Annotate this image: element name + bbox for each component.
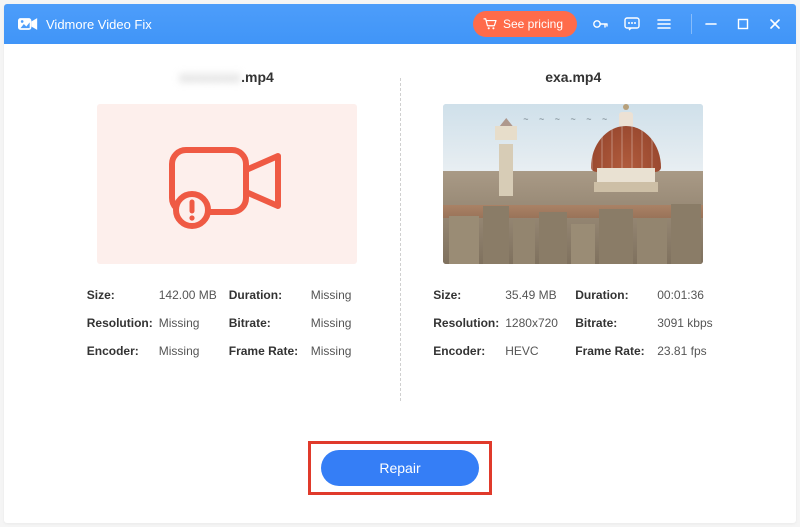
broken-file-name: xxxxxxx.mp4 [180, 68, 274, 86]
titlebar-divider [691, 14, 692, 34]
broken-video-icon [162, 134, 292, 234]
meta-label-duration: Duration: [575, 288, 657, 302]
broken-video-panel: xxxxxxx.mp4 [54, 68, 400, 441]
meta-value-encoder: HEVC [505, 344, 575, 358]
meta-value-duration: 00:01:36 [657, 288, 717, 302]
meta-label-encoder: Encoder: [87, 344, 159, 358]
meta-label-encoder: Encoder: [433, 344, 505, 358]
app-title: Vidmore Video Fix [46, 17, 152, 32]
close-button[interactable] [768, 17, 782, 31]
meta-label-bitrate: Bitrate: [575, 316, 657, 330]
meta-value-bitrate: 3091 kbps [657, 316, 717, 330]
sample-file-name: exa.mp4 [545, 68, 601, 86]
minimize-button[interactable] [704, 17, 718, 31]
meta-value-framerate: Missing [311, 344, 371, 358]
broken-file-metadata: Size: 142.00 MB Duration: Missing Resolu… [87, 288, 367, 358]
logo-icon [18, 16, 38, 32]
sample-video-panel: exa.mp4 ~ ~ ~ ~ ~ ~ [401, 68, 747, 441]
titlebar-actions [591, 14, 696, 34]
meta-label-size: Size: [87, 288, 159, 302]
titlebar: Vidmore Video Fix See pricing [4, 4, 796, 44]
window-controls [704, 17, 782, 31]
sample-video-thumbnail: ~ ~ ~ ~ ~ ~ [443, 104, 703, 264]
meta-label-framerate: Frame Rate: [575, 344, 657, 358]
meta-value-framerate: 23.81 fps [657, 344, 717, 358]
broken-video-thumbnail [97, 104, 357, 264]
content-area: xxxxxxx.mp4 [4, 44, 796, 523]
app-window: Vidmore Video Fix See pricing [4, 4, 796, 523]
see-pricing-label: See pricing [503, 17, 563, 31]
meta-value-size: 142.00 MB [159, 288, 229, 302]
cart-icon [483, 18, 497, 30]
see-pricing-button[interactable]: See pricing [473, 11, 577, 37]
footer-actions: Repair [54, 441, 746, 513]
meta-value-duration: Missing [311, 288, 371, 302]
menu-icon[interactable] [655, 15, 673, 33]
meta-value-resolution: Missing [159, 316, 229, 330]
meta-label-framerate: Frame Rate: [229, 344, 311, 358]
meta-value-size: 35.49 MB [505, 288, 575, 302]
repair-highlight: Repair [308, 441, 492, 495]
meta-value-bitrate: Missing [311, 316, 371, 330]
meta-label-resolution: Resolution: [87, 316, 159, 330]
meta-label-bitrate: Bitrate: [229, 316, 311, 330]
meta-value-resolution: 1280x720 [505, 316, 575, 330]
feedback-icon[interactable] [623, 15, 641, 33]
app-logo: Vidmore Video Fix [18, 16, 152, 32]
meta-label-duration: Duration: [229, 288, 311, 302]
repair-button[interactable]: Repair [321, 450, 479, 486]
sample-file-metadata: Size: 35.49 MB Duration: 00:01:36 Resolu… [433, 288, 713, 358]
meta-value-encoder: Missing [159, 344, 229, 358]
meta-label-resolution: Resolution: [433, 316, 505, 330]
compare-panels: xxxxxxx.mp4 [54, 68, 746, 441]
meta-label-size: Size: [433, 288, 505, 302]
key-icon[interactable] [591, 15, 609, 33]
maximize-button[interactable] [736, 17, 750, 31]
